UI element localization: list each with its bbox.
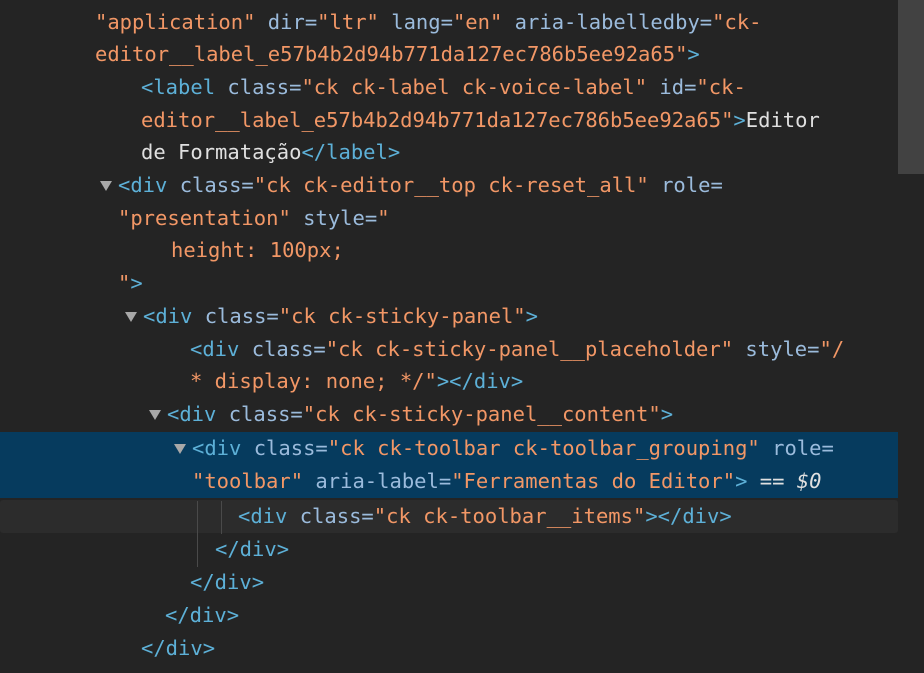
code-token: </div> <box>215 537 290 561</box>
code-token: "en" <box>452 10 503 34</box>
code-token: > <box>735 469 748 493</box>
code-token: "ck- <box>712 10 762 34</box>
dom-tree-line[interactable]: <div class="ck ck-editor__top ck-reset_a… <box>0 169 898 202</box>
code-token: class= <box>192 304 279 328</box>
code-token: </div> <box>190 570 265 594</box>
code-token: ></div> <box>645 504 732 528</box>
indent-guide <box>197 501 198 567</box>
dom-tree-line[interactable]: "presentation" style=" <box>0 202 898 235</box>
code-token: > <box>525 304 538 328</box>
code-token: " <box>377 206 390 230</box>
code-token: class= <box>241 436 328 460</box>
code-token: "presentation" <box>118 206 291 230</box>
code-token: "ck ck-toolbar__items" <box>373 504 646 528</box>
dom-tree-line[interactable]: "application" dir="ltr" lang="en" aria-l… <box>0 6 898 39</box>
dom-tree-line[interactable]: height: 100px; <box>0 234 898 267</box>
code-token: <div <box>192 436 242 460</box>
code-token: " <box>118 271 131 295</box>
code-token: class= <box>216 402 303 426</box>
code-token: aria-labelledby= <box>502 10 713 34</box>
dom-tree-line[interactable]: "> <box>0 267 898 300</box>
code-token: </div> <box>141 636 216 660</box>
code-token: "ck ck-editor__top ck-reset_all" <box>253 173 649 197</box>
dom-tree-line[interactable]: <div class="ck ck-sticky-panel"> <box>0 300 898 333</box>
expand-triangle-icon[interactable] <box>149 410 161 420</box>
code-token: > <box>660 402 674 426</box>
dom-tree-line[interactable]: </div> <box>0 632 898 665</box>
code-token: > <box>130 271 143 295</box>
dom-tree-line[interactable]: </div> <box>0 599 898 632</box>
code-token: > <box>733 108 746 132</box>
code-token: "ltr" <box>317 10 379 34</box>
code-token: class= <box>215 75 302 99</box>
code-token: role= <box>759 436 834 460</box>
dom-tree-line[interactable]: "toolbar" aria-label="Ferramentas do Edi… <box>0 465 898 498</box>
code-token: style= <box>290 206 378 230</box>
dom-tree-line[interactable]: <div class="ck ck-sticky-panel__placehol… <box>0 333 898 366</box>
code-token: class= <box>287 504 374 528</box>
code-token: <div <box>167 402 217 426</box>
code-token: Editor <box>745 108 820 132</box>
dom-tree-line[interactable]: de Formatação</label> <box>0 136 898 169</box>
dom-tree-line[interactable]: editor__label_e57b4b2d94b771da127ec786b5… <box>0 104 898 137</box>
dom-tree-line[interactable]: </div> <box>0 533 898 566</box>
dom-tree-line[interactable]: <label class="ck ck-label ck-voice-label… <box>0 71 898 104</box>
code-token: ></div> <box>436 369 524 393</box>
code-token: de Formatação <box>141 140 302 164</box>
code-token: <div <box>238 504 288 528</box>
dom-tree-line[interactable]: <div class="ck ck-toolbar__items"></div> <box>0 500 898 533</box>
code-token: "ck ck-toolbar ck-toolbar_grouping" <box>327 436 760 460</box>
code-token: "application" <box>95 10 256 34</box>
code-token: <div <box>143 304 193 328</box>
code-token: class= <box>239 337 326 361</box>
code-token: <label <box>141 75 216 99</box>
code-token: "/ <box>819 337 845 361</box>
code-token: </div> <box>165 603 240 627</box>
code-token: id= <box>647 75 697 99</box>
expand-triangle-icon[interactable] <box>100 181 112 191</box>
code-token: "toolbar" <box>192 469 304 493</box>
expand-triangle-icon[interactable] <box>174 444 186 454</box>
code-token: $0 <box>796 469 822 493</box>
code-token: editor__label_e57b4b2d94b771da127ec786b5… <box>141 108 734 132</box>
code-token: height: 100px; <box>171 238 344 262</box>
code-token: lang= <box>378 10 453 34</box>
code-token: aria-label= <box>303 469 452 493</box>
code-token: dir= <box>255 10 318 34</box>
code-token: "ck ck-sticky-panel__content" <box>302 402 661 426</box>
devtools-elements-panel: "application" dir="ltr" lang="en" aria-l… <box>0 0 924 673</box>
code-token: style= <box>733 337 820 361</box>
code-token: * display: none; */" <box>190 369 437 393</box>
code-token: "ck- <box>696 75 746 99</box>
dom-tree-line[interactable]: editor__label_e57b4b2d94b771da127ec786b5… <box>0 38 898 71</box>
dom-tree-line[interactable]: * display: none; */"></div> <box>0 365 898 398</box>
dom-tree-line[interactable]: <div class="ck ck-toolbar ck-toolbar_gro… <box>0 432 898 465</box>
code-token: </label> <box>301 140 401 164</box>
scrollbar-thumb[interactable] <box>898 0 924 174</box>
code-token: "ck ck-label ck-voice-label" <box>301 75 648 99</box>
code-token: class= <box>167 173 254 197</box>
code-token: role= <box>648 173 723 197</box>
code-token: "Ferramentas do Editor" <box>451 469 736 493</box>
code-token: > <box>687 42 700 66</box>
code-token: editor__label_e57b4b2d94b771da127ec786b5… <box>95 42 688 66</box>
dom-tree-line[interactable]: <div class="ck ck-sticky-panel__content"… <box>0 398 898 431</box>
code-token: "ck ck-sticky-panel" <box>278 304 526 328</box>
code-token: == <box>747 469 797 493</box>
dom-tree-line[interactable]: </div> <box>0 566 898 599</box>
indent-guide <box>221 501 222 534</box>
code-token: <div <box>190 337 240 361</box>
expand-triangle-icon[interactable] <box>125 312 137 322</box>
code-token: "ck ck-sticky-panel__placeholder" <box>325 337 734 361</box>
code-token: <div <box>118 173 168 197</box>
